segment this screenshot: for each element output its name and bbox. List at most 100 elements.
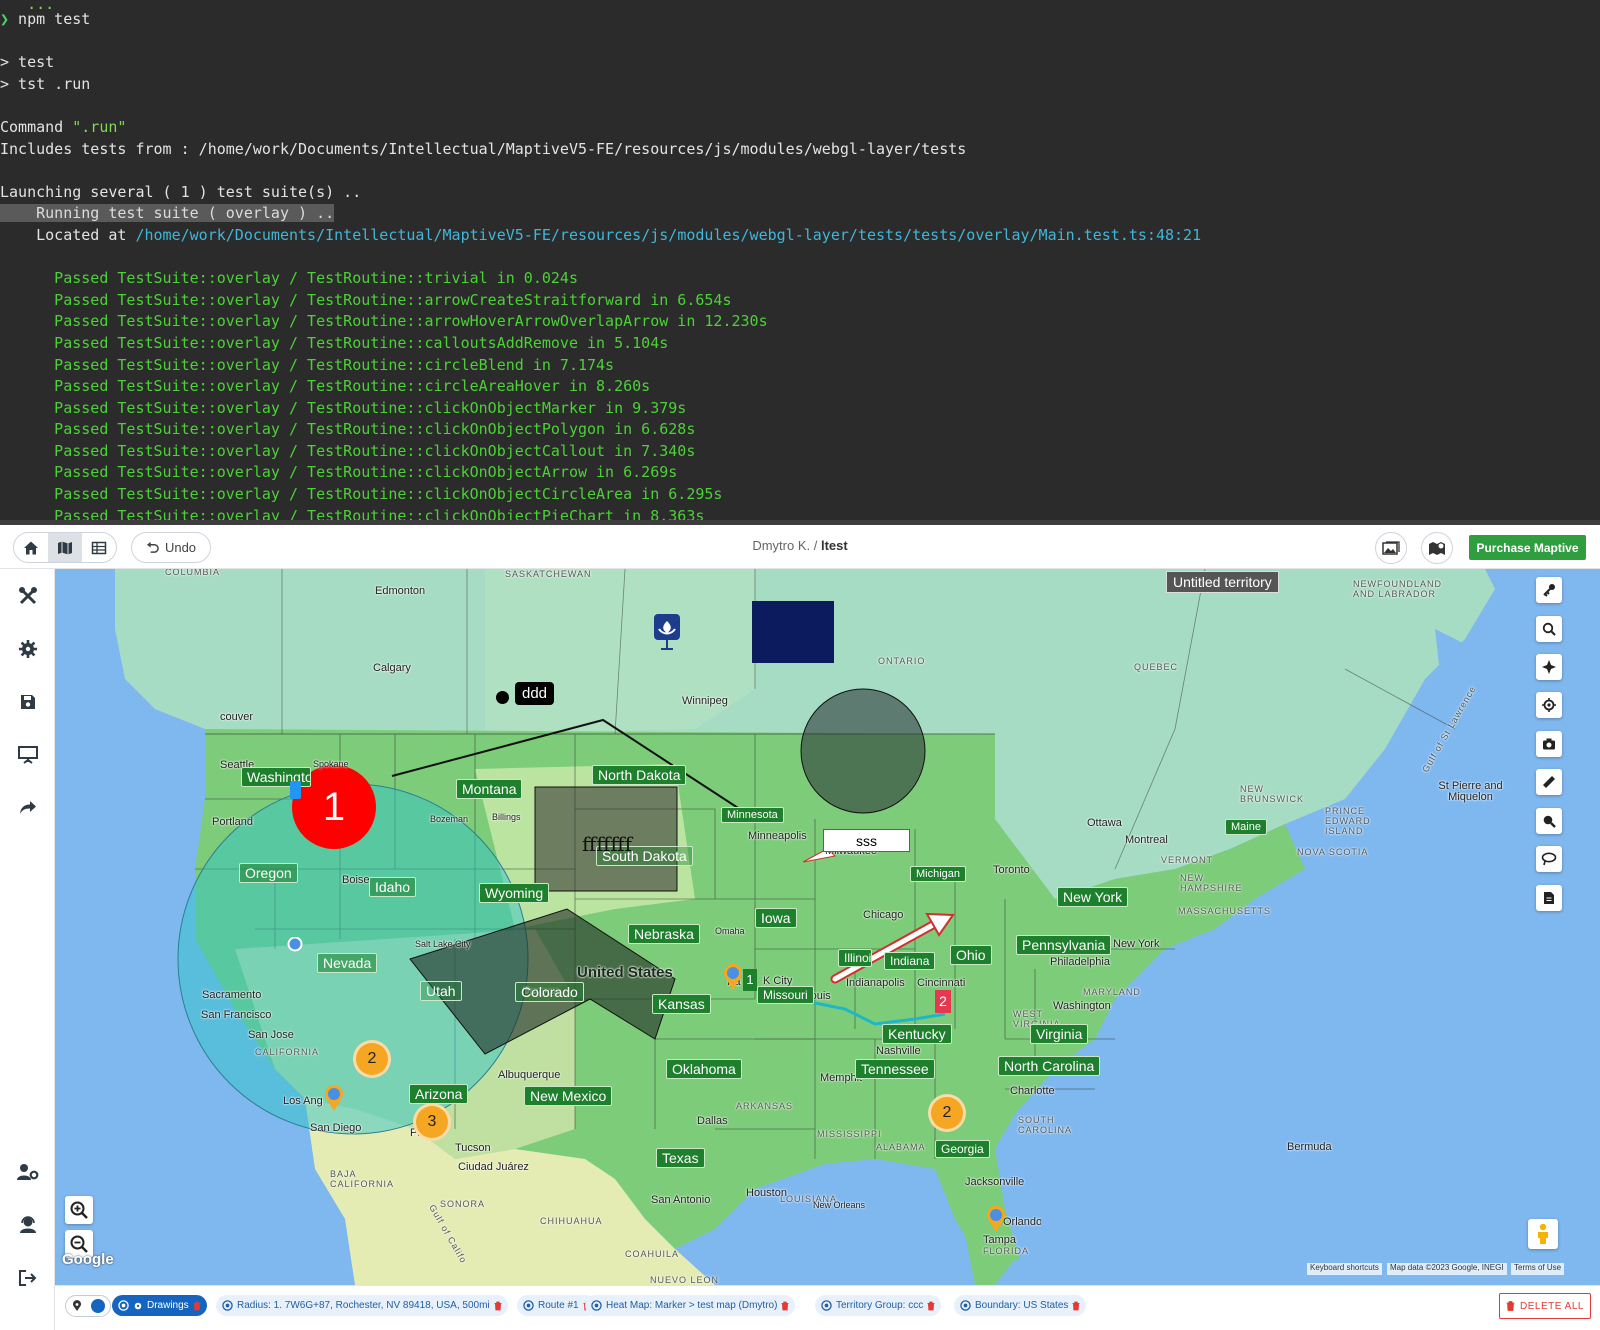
map-canvas[interactable]: COLUMBIA SASKATCHEWAN ONTARIO QUEBEC NEW… <box>55 569 1600 1285</box>
trash-icon[interactable] <box>193 1301 201 1311</box>
camera-icon <box>1543 738 1555 750</box>
keyboard-shortcuts-link[interactable]: Keyboard shortcuts <box>1307 1263 1382 1275</box>
zoom-in-button[interactable] <box>65 1196 93 1224</box>
region-label: CHIHUAHUA <box>540 1216 603 1226</box>
untitled-territory-label[interactable]: Untitled territory <box>1166 571 1279 593</box>
callout-sss[interactable]: sss <box>823 829 910 852</box>
state-label-missouri: Missouri <box>757 986 814 1004</box>
city-label: Chicago <box>863 909 904 921</box>
marker-cluster[interactable]: 2 <box>353 1040 391 1078</box>
map-view-button[interactable] <box>48 533 82 562</box>
terminal-text: Passed TestSuite::overlay / TestRoutine:… <box>0 333 669 352</box>
purchase-button[interactable]: Purchase Maptive <box>1469 535 1586 560</box>
breadcrumb-user: Dmytro K. <box>752 538 811 553</box>
street-view-button[interactable] <box>1528 1219 1558 1249</box>
location-pin-icon <box>325 1084 343 1111</box>
filter-tool[interactable] <box>1536 654 1562 680</box>
city-label: Dallas <box>697 1115 728 1127</box>
document-icon <box>1544 892 1554 904</box>
presentation-button[interactable] <box>16 743 40 767</box>
trash-icon[interactable] <box>1072 1301 1080 1311</box>
share-button[interactable] <box>16 796 40 820</box>
custom-marker-pin[interactable] <box>653 613 681 656</box>
screenshot-tool[interactable] <box>1536 731 1562 757</box>
state-label-virginia: Virginia <box>1030 1024 1089 1044</box>
api-key-tool[interactable] <box>1536 577 1562 603</box>
measure-tool[interactable] <box>1536 769 1562 795</box>
map-marker[interactable] <box>287 936 303 962</box>
report-tool[interactable] <box>1536 885 1562 911</box>
locate-tool[interactable] <box>1536 692 1562 718</box>
image-icon <box>1382 541 1400 555</box>
city-label: New York <box>1113 938 1160 950</box>
state-label-pennsylvania: Pennsylvania <box>1016 935 1112 955</box>
logout-button[interactable] <box>16 1266 40 1290</box>
eye-icon[interactable] <box>960 1300 971 1311</box>
trash-icon[interactable] <box>781 1301 789 1311</box>
eye-icon[interactable] <box>523 1300 534 1311</box>
save-button[interactable] <box>16 690 40 714</box>
eye-icon[interactable] <box>591 1300 602 1311</box>
marker-cluster[interactable]: 2 <box>928 1094 966 1132</box>
undo-button[interactable]: Undo <box>131 532 211 563</box>
search-tool[interactable] <box>1536 616 1562 642</box>
eye-icon[interactable] <box>222 1300 233 1311</box>
layer-chip[interactable]: Drawings <box>112 1295 207 1316</box>
state-label-tennessee: Tennessee <box>855 1059 935 1079</box>
trash-icon[interactable] <box>927 1301 935 1311</box>
terminal-text: Passed TestSuite::overlay / TestRoutine:… <box>0 355 615 374</box>
map-layers-button[interactable] <box>1421 532 1453 564</box>
polygon-label-fffffff[interactable]: fffffff <box>582 832 632 856</box>
table-view-button[interactable] <box>82 533 116 562</box>
image-export-button[interactable] <box>1375 532 1407 564</box>
region-label: COLUMBIA <box>165 569 221 577</box>
user-settings-button[interactable] <box>16 1160 40 1184</box>
layer-chip[interactable]: Heat Map: Marker > test map (Dmytro) <box>585 1295 796 1316</box>
trash-icon[interactable] <box>494 1301 502 1311</box>
home-button[interactable] <box>14 533 48 562</box>
lasso-tool[interactable] <box>1536 846 1562 872</box>
marker-number-1[interactable]: 1 <box>314 785 354 830</box>
terminal-window: ... ❯ npm test > test > tst .run Command ".r… <box>0 0 1600 525</box>
layer-chip[interactable]: Territory Group: ccc <box>815 1295 942 1316</box>
city-label: Charlotte <box>1010 1085 1055 1097</box>
state-label-north-dakota: North Dakota <box>592 765 687 785</box>
region-label: MISSISSIPPI <box>817 1129 882 1139</box>
terminal-line: Passed TestSuite::overlay / TestRoutine:… <box>0 441 1600 463</box>
zoom-in-icon <box>70 1201 88 1219</box>
delete-all-button[interactable]: DELETE ALL <box>1499 1293 1591 1319</box>
map-marker[interactable] <box>985 1205 1007 1238</box>
terms-link[interactable]: Terms of Use <box>1511 1263 1565 1275</box>
city-label: Jacksonville <box>965 1176 1025 1188</box>
terminal-text: Passed TestSuite::overlay / TestRoutine:… <box>0 485 723 504</box>
share-icon <box>20 801 36 814</box>
route-waypoint-2[interactable]: 2 <box>935 990 951 1013</box>
route-waypoint-1[interactable]: 1 <box>743 969 757 991</box>
city-label: San Diego <box>310 1122 362 1134</box>
terminal-line: Passed TestSuite::overlay / TestRoutine:… <box>0 290 1600 312</box>
city-label: Los Angeles <box>283 1095 323 1107</box>
map-marker[interactable] <box>722 963 744 996</box>
gear-icon[interactable] <box>133 1301 143 1311</box>
map-marker-square[interactable] <box>290 781 301 799</box>
callout-anchor-dot[interactable] <box>496 691 509 704</box>
layer-chip[interactable]: Radius: 1. 7W6G+87, Rochester, NV 89418,… <box>216 1295 508 1316</box>
callout-ddd[interactable]: ddd <box>515 682 555 705</box>
marker-cluster[interactable]: 3 <box>413 1103 451 1141</box>
location-pin-icon <box>73 1300 81 1311</box>
state-label-colorado: Colorado <box>515 982 584 1002</box>
city-label: Montreal <box>1125 834 1168 846</box>
eye-icon[interactable] <box>821 1300 832 1311</box>
marker-visibility-toggle[interactable] <box>65 1295 111 1317</box>
support-button[interactable] <box>16 1213 40 1237</box>
tools-button[interactable] <box>16 584 40 608</box>
layer-chip[interactable]: Boundary: US States <box>954 1295 1087 1316</box>
state-label-kansas: Kansas <box>652 994 711 1014</box>
zoom-search-tool[interactable] <box>1536 808 1562 834</box>
eye-icon[interactable] <box>118 1300 129 1311</box>
city-label: Omaha <box>715 926 745 936</box>
settings-button[interactable] <box>16 637 40 661</box>
state-label-maine: Maine <box>1225 819 1267 835</box>
map-marker[interactable] <box>323 1084 345 1117</box>
city-label: Salt Lake City <box>415 939 471 949</box>
